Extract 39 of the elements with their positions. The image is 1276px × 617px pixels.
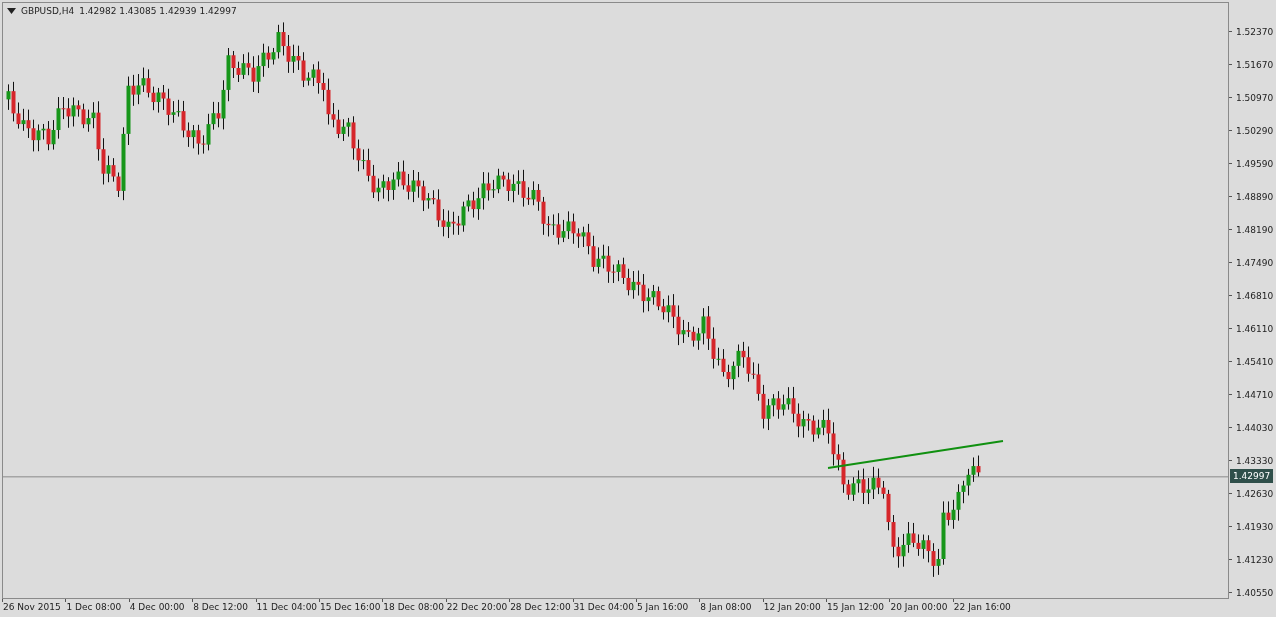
time-label: 20 Jan 00:00 — [890, 601, 948, 612]
price-label: 1.41230 — [1236, 554, 1274, 565]
current-price-label: 1.42997 — [1230, 468, 1274, 483]
time-label: 15 Jan 12:00 — [827, 601, 885, 612]
time-label: 4 Dec 00:00 — [129, 601, 185, 612]
price-label: 1.49590 — [1236, 158, 1274, 169]
time-label: 8 Dec 12:00 — [193, 601, 248, 612]
time-label: 22 Dec 20:00 — [446, 601, 508, 612]
trend-line[interactable] — [827, 440, 1004, 469]
price-label: 1.46110 — [1236, 323, 1274, 334]
price-label: 1.50290 — [1236, 125, 1274, 136]
price-label: 1.44030 — [1236, 422, 1274, 433]
price-label: 1.51670 — [1236, 59, 1274, 70]
symbol-label: GBPUSD,H4 — [21, 6, 75, 16]
price-label: 1.52370 — [1236, 26, 1274, 37]
price-label: 1.42630 — [1236, 488, 1274, 499]
price-label: 1.46810 — [1236, 290, 1274, 301]
time-label: 31 Dec 04:00 — [573, 601, 635, 612]
price-label: 1.48190 — [1236, 224, 1274, 235]
time-label: 26 Nov 2015 — [3, 601, 61, 612]
dropdown-caret-icon[interactable] — [7, 8, 16, 14]
time-label: 1 Dec 08:00 — [66, 601, 122, 612]
time-label: 28 Dec 12:00 — [510, 601, 571, 612]
price-label: 1.48890 — [1236, 191, 1274, 202]
price-label: 1.44710 — [1236, 389, 1274, 400]
price-label: 1.41930 — [1236, 521, 1274, 532]
price-label: 1.47490 — [1236, 257, 1274, 268]
time-label: 15 Dec 16:00 — [319, 601, 381, 612]
price-label: 1.50970 — [1236, 92, 1274, 103]
time-label: 18 Dec 08:00 — [383, 601, 444, 612]
price-label: 1.40550 — [1236, 587, 1274, 598]
time-label: 22 Jan 16:00 — [953, 601, 1011, 612]
time-label: 11 Dec 04:00 — [256, 601, 318, 612]
price-label: 1.43330 — [1236, 455, 1274, 466]
time-label: 8 Jan 08:00 — [700, 601, 752, 612]
time-label: 12 Jan 20:00 — [763, 601, 821, 612]
ohlc-quotes: 1.42982 1.43085 1.42939 1.42997 — [79, 6, 237, 16]
price-label: 1.45410 — [1236, 356, 1274, 367]
time-label: 5 Jan 16:00 — [636, 601, 689, 612]
